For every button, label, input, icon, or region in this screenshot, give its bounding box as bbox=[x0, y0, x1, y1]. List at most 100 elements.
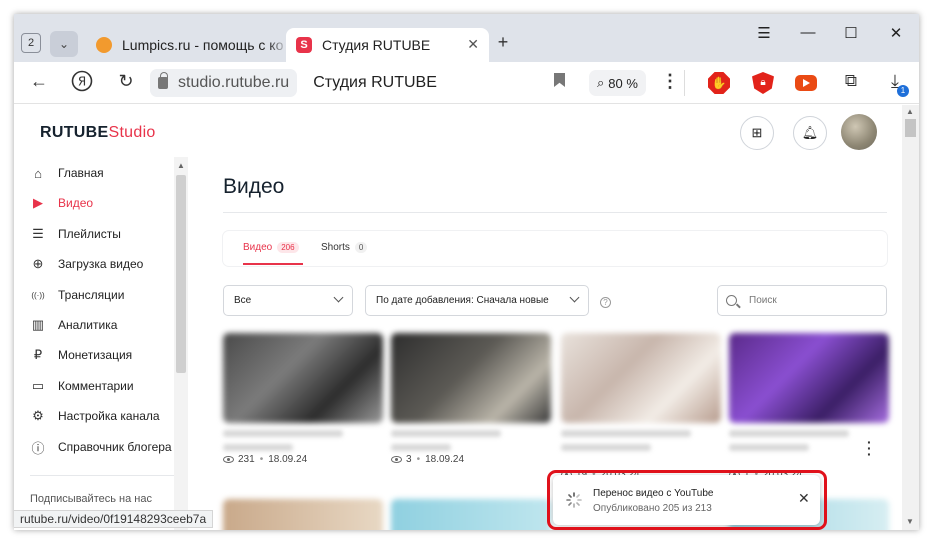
url-domain: studio.rutube.ru bbox=[178, 74, 290, 91]
adblock-extension-icon[interactable]: ✋ bbox=[708, 72, 730, 94]
close-window-button[interactable]: ✕ bbox=[884, 24, 908, 42]
video-thumbnail[interactable] bbox=[561, 333, 721, 423]
new-tab-button[interactable]: + bbox=[492, 32, 514, 54]
orange-favicon-icon bbox=[96, 37, 112, 53]
content-tabs: Видео 206 Shorts 0 bbox=[223, 231, 887, 266]
eye-icon bbox=[223, 456, 234, 463]
back-arrow-icon[interactable]: ← bbox=[27, 71, 51, 92]
downloads-badge: 1 bbox=[897, 85, 909, 97]
sidebar-scrollbar[interactable]: ▲ bbox=[174, 157, 188, 530]
chevron-down-icon bbox=[333, 292, 344, 303]
page-scrollbar[interactable]: ▲ ▼ bbox=[902, 105, 919, 530]
yandex-logo-icon[interactable]: Я bbox=[70, 70, 94, 97]
address-page-title: Студия RUTUBE bbox=[313, 74, 437, 91]
sidebar-divider bbox=[30, 475, 180, 476]
video-thumbnail[interactable] bbox=[223, 333, 383, 423]
tab-lumpics[interactable]: Lumpics.ru - помощь с ко bbox=[92, 28, 288, 62]
upload-icon: ⊕ bbox=[32, 256, 44, 271]
sidebar-item-broadcasts[interactable]: ((·)) Трансляции bbox=[30, 284, 124, 306]
sidebar-item-home[interactable]: ⌂ Главная bbox=[30, 162, 104, 184]
rutube-favicon-icon: S bbox=[296, 37, 312, 53]
tab-video[interactable]: Видео 206 bbox=[243, 242, 299, 253]
broadcast-icon: ((·)) bbox=[31, 290, 45, 300]
search-placeholder: Поиск bbox=[749, 295, 777, 306]
sidebar-item-channel-settings[interactable]: ⚙ Настройка канала bbox=[30, 405, 159, 427]
active-tab-underline bbox=[243, 263, 303, 265]
url-pill[interactable]: studio.rutube.ru bbox=[150, 69, 298, 97]
scroll-up-arrow-icon[interactable]: ▲ bbox=[177, 161, 185, 170]
search-zoom-icon: ⌕ bbox=[597, 75, 605, 90]
sidebar-item-comments[interactable]: ▭ Комментарии bbox=[30, 375, 134, 397]
video-thumbnail[interactable] bbox=[391, 499, 551, 530]
video-card[interactable] bbox=[561, 333, 721, 451]
tab-strip: 2 ⌄ Lumpics.ru - помощь с ко S Студия RU… bbox=[14, 14, 919, 62]
tab-title: Lumpics.ru - помощь с ко bbox=[122, 37, 284, 53]
tab-count: 206 bbox=[277, 242, 299, 253]
comment-icon: ▭ bbox=[31, 378, 45, 393]
help-icon[interactable]: ? bbox=[600, 297, 611, 308]
sort-select[interactable]: По дате добавления: Сначала новые bbox=[365, 285, 589, 316]
eye-icon bbox=[391, 456, 402, 463]
scroll-down-arrow-icon[interactable]: ▼ bbox=[906, 517, 914, 526]
page-title: Видео bbox=[223, 175, 285, 198]
lock-icon bbox=[158, 72, 168, 89]
ruble-icon: ₽ bbox=[33, 347, 43, 362]
page-scroll-thumb[interactable] bbox=[905, 119, 916, 137]
zoom-indicator[interactable]: ⌕ 80 % bbox=[589, 70, 646, 96]
search-input[interactable]: Поиск bbox=[717, 285, 887, 316]
video-options-icon[interactable]: · · · bbox=[867, 435, 872, 461]
help-book-icon: ⓘ bbox=[31, 440, 45, 456]
search-icon bbox=[726, 295, 737, 306]
notifications-button[interactable]: 🔔︎ bbox=[793, 116, 827, 150]
sidebar: ⌂ Главная ▶ Видео ☰ Плейлисты ⊕ Загрузка вид… bbox=[14, 157, 186, 530]
browser-menu-icon[interactable]: ☰ bbox=[752, 24, 776, 42]
video-thumbnail[interactable] bbox=[223, 499, 383, 530]
settings-icon: ⚙ bbox=[32, 408, 44, 423]
video-icon: ▶ bbox=[33, 195, 43, 210]
upload-video-button[interactable]: ⊞ bbox=[740, 116, 774, 150]
browser-window: 2 ⌄ Lumpics.ru - помощь с ко S Студия RU… bbox=[14, 14, 919, 530]
video-card[interactable] bbox=[223, 333, 383, 451]
video-meta: 231 • 18.09.24 bbox=[223, 454, 307, 465]
tab-rutube-studio[interactable]: S Студия RUTUBE ✕ bbox=[286, 28, 489, 62]
video-meta: 3 • 18.09.24 bbox=[391, 454, 464, 465]
more-menu-icon[interactable]: ⋮ bbox=[658, 71, 682, 92]
svg-text:Я: Я bbox=[78, 75, 86, 89]
analytics-icon: ▥ bbox=[31, 317, 45, 332]
playlist-icon: ☰ bbox=[32, 226, 44, 241]
minimize-button[interactable]: — bbox=[796, 24, 820, 41]
shield-extension-icon[interactable]: 🔒︎ bbox=[752, 72, 774, 94]
tab-shorts[interactable]: Shorts 0 bbox=[321, 242, 368, 253]
scroll-up-arrow-icon[interactable]: ▲ bbox=[906, 107, 914, 116]
add-video-icon: ⊞ bbox=[751, 125, 763, 140]
chevron-down-icon: ⌄ bbox=[58, 37, 70, 51]
youtube-extension-icon[interactable] bbox=[795, 75, 817, 91]
subscribe-text: Подписывайтесь на нас bbox=[30, 493, 152, 505]
video-thumbnail[interactable] bbox=[391, 333, 551, 423]
filter-select[interactable]: Все bbox=[223, 285, 353, 316]
address-bar[interactable]: studio.rutube.ru Студия RUTUBE bbox=[150, 68, 580, 98]
video-card[interactable] bbox=[729, 333, 889, 451]
sidebar-item-video[interactable]: ▶ Видео bbox=[30, 192, 93, 214]
toolbar-divider bbox=[684, 70, 685, 96]
close-tab-icon[interactable]: ✕ bbox=[467, 36, 479, 53]
video-card[interactable] bbox=[391, 333, 551, 451]
video-thumbnail[interactable] bbox=[729, 333, 889, 423]
sidebar-item-playlists[interactable]: ☰ Плейлисты bbox=[30, 223, 121, 245]
rutube-studio-logo[interactable]: RUTUBEStudio bbox=[40, 124, 156, 142]
zoom-value: 80 % bbox=[608, 75, 638, 91]
maximize-button[interactable]: ☐ bbox=[839, 24, 863, 42]
tab-title: Студия RUTUBE bbox=[322, 37, 431, 53]
chevron-down-icon bbox=[569, 292, 580, 303]
extensions-puzzle-icon[interactable]: ⧉ bbox=[839, 71, 863, 91]
avatar[interactable] bbox=[841, 114, 877, 150]
sidebar-item-monetization[interactable]: ₽ Монетизация bbox=[30, 344, 132, 366]
sidebar-scroll-thumb[interactable] bbox=[176, 175, 186, 373]
sidebar-item-analytics[interactable]: ▥ Аналитика bbox=[30, 314, 118, 336]
tab-count-badge[interactable]: 2 bbox=[21, 33, 41, 53]
sidebar-item-blogger-guide[interactable]: ⓘ Справочник блогера bbox=[30, 436, 171, 458]
sidebar-item-upload[interactable]: ⊕ Загрузка видео bbox=[30, 253, 144, 275]
reload-icon[interactable]: ↻ bbox=[114, 71, 138, 92]
tab-list-dropdown[interactable]: ⌄ bbox=[50, 31, 78, 57]
title-divider bbox=[223, 212, 887, 213]
